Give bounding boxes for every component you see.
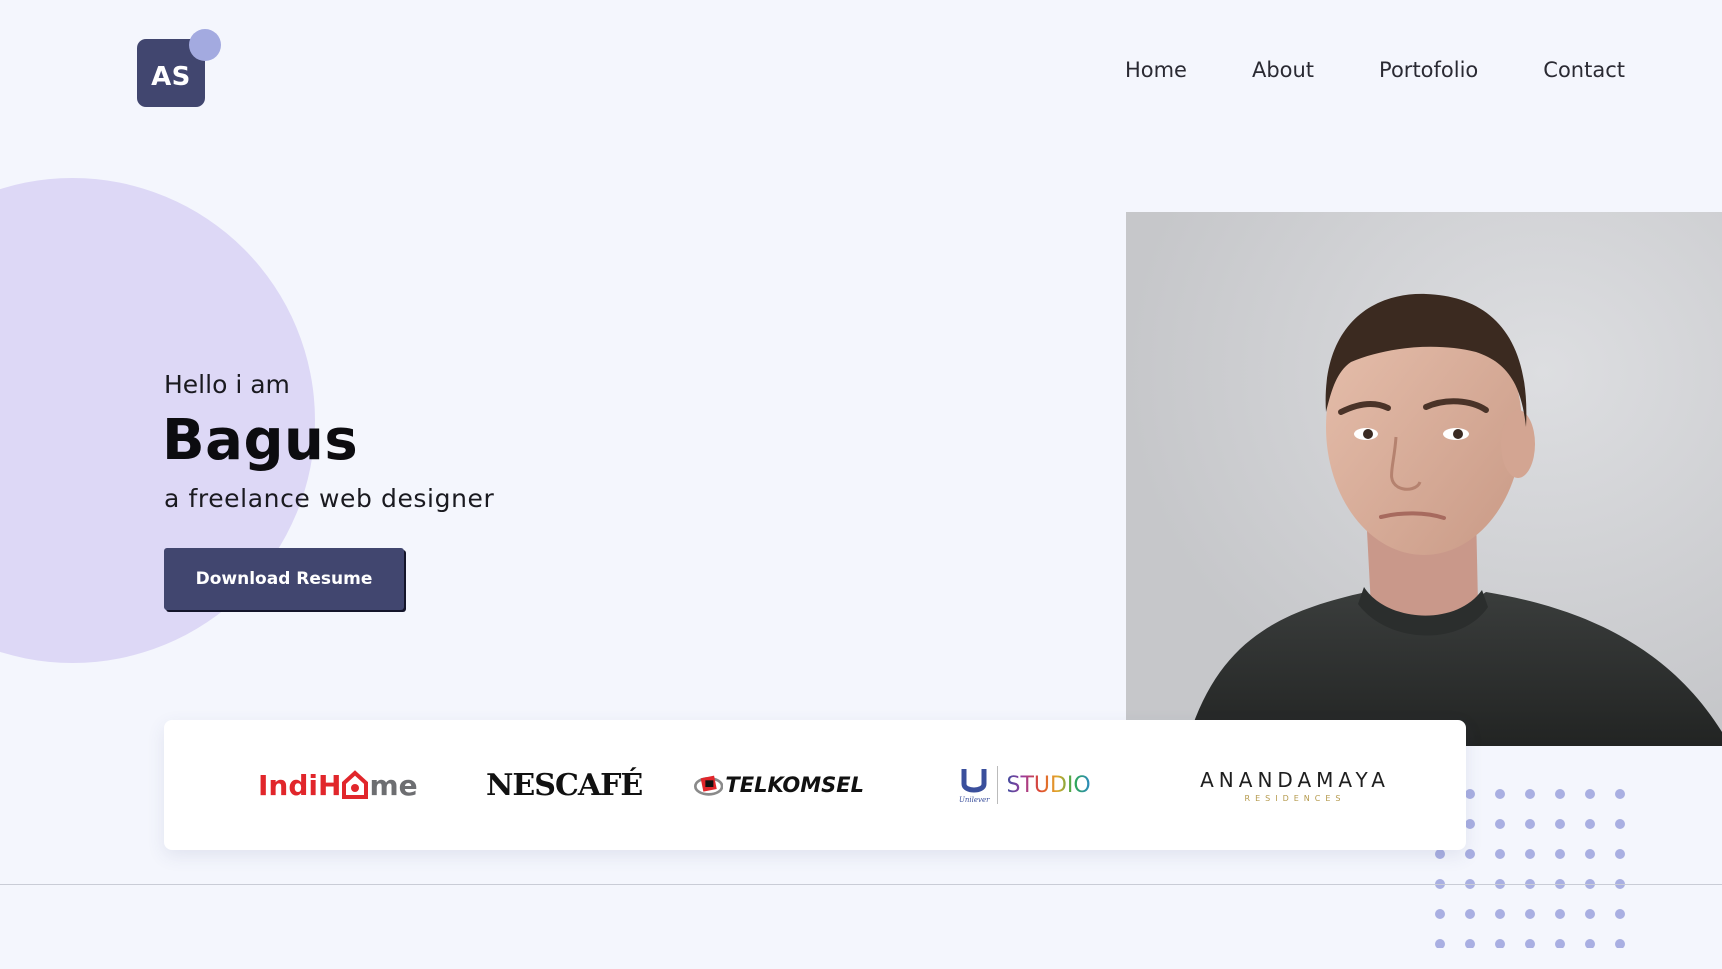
nav-about[interactable]: About [1252, 58, 1314, 82]
download-resume-button[interactable]: Download Resume [164, 548, 404, 610]
telkomsel-icon [694, 775, 724, 796]
brand-indihome: Indi H me [258, 758, 418, 812]
page: AS Home About Portofolio Contact Hello i… [0, 0, 1722, 969]
logo-dot [189, 29, 221, 61]
section-divider [0, 884, 1722, 885]
brand-studio-text: STUDIO [1006, 772, 1091, 798]
brand-indihome-me: me [369, 768, 418, 802]
brand-anandamaya-text: ANANDAMAYA [1200, 767, 1390, 792]
nav-portofolio[interactable]: Portofolio [1379, 58, 1478, 82]
brand-telkomsel-text: TELKOMSEL [725, 773, 864, 797]
brand-indihome-indi: Indi [258, 768, 318, 802]
hero-tagline: a freelance web designer [164, 484, 495, 513]
brand-nescafe: NESCAFÉ [486, 758, 643, 812]
brand-u-studio: Unilever STUDIO [959, 758, 1099, 812]
hero-greeting: Hello i am [164, 370, 290, 399]
unilever-icon [961, 769, 987, 793]
profile-photo [1126, 212, 1722, 746]
brand-divider [997, 766, 999, 804]
portrait-illustration [1126, 212, 1722, 746]
nav-contact[interactable]: Contact [1543, 58, 1625, 82]
main-nav: Home About Portofolio Contact [1060, 58, 1625, 82]
brand-anandamaya-sub: RESIDENCES [1244, 793, 1346, 803]
brand-anandamaya: ANANDAMAYA RESIDENCES [1200, 758, 1390, 812]
house-icon [342, 770, 369, 799]
hero-name: Bagus [162, 408, 359, 473]
brand-indihome-h: H [318, 768, 342, 802]
brand-nescafe-text: NESCAFÉ [486, 767, 643, 803]
client-logos: Indi H me NESCAFÉ TELKOMSEL Unilever STU… [164, 720, 1466, 850]
site-logo[interactable]: AS [137, 29, 221, 107]
nav-home[interactable]: Home [1125, 58, 1187, 82]
brand-unilever-text: Unilever [959, 796, 990, 804]
brand-telkomsel: TELKOMSEL [694, 758, 864, 812]
